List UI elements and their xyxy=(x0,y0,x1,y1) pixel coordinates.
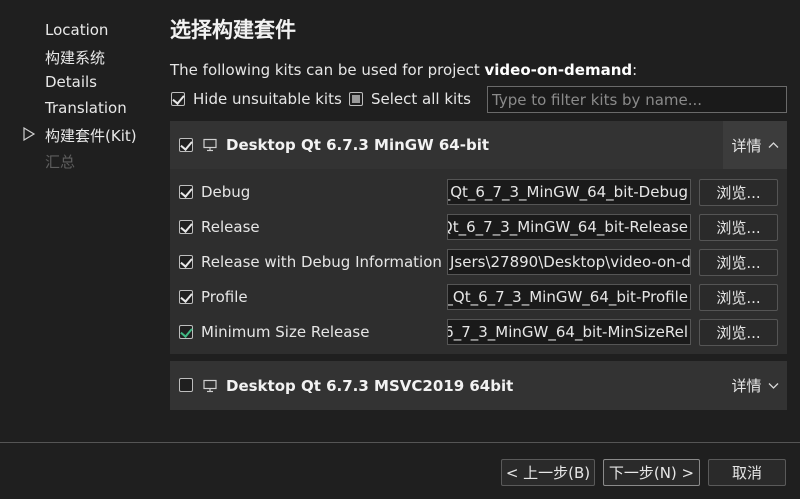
cancel-button[interactable]: 取消 xyxy=(708,459,786,486)
kit-details-toggle-msvc[interactable]: 详情 xyxy=(723,361,787,410)
build-checkbox-relwithdebinfo[interactable] xyxy=(179,255,193,269)
browse-button-release[interactable]: 浏览... xyxy=(699,214,778,241)
footer-divider xyxy=(0,442,800,443)
build-label-profile: Profile xyxy=(201,288,248,306)
details-label: 详情 xyxy=(731,377,762,395)
browse-button-debug[interactable]: 浏览... xyxy=(699,179,778,206)
kit-details-toggle-mingw[interactable]: 详情 xyxy=(723,121,787,169)
build-label-minsizerel: Minimum Size Release xyxy=(201,323,370,341)
build-checkbox-debug[interactable] xyxy=(179,185,193,199)
sidebar-item-kits: 构建套件(Kit) xyxy=(45,127,137,145)
page-title: 选择构建套件 xyxy=(170,18,296,42)
kit-name-mingw: Desktop Qt 6.7.3 MinGW 64-bit xyxy=(226,136,490,154)
sidebar-item-details: Details xyxy=(45,73,98,91)
sidebar-item-location: Location xyxy=(45,21,109,39)
browse-button-relwithdebinfo[interactable]: 浏览... xyxy=(699,249,778,276)
build-checkbox-release[interactable] xyxy=(179,220,193,234)
details-label: 详情 xyxy=(731,136,762,155)
project-name: video-on-demand xyxy=(484,61,633,79)
build-path-relwithdebinfo[interactable]: Jsers\27890\Desktop\video-on-de xyxy=(447,249,691,275)
build-path-release[interactable]: Qt_6_7_3_MinGW_64_bit-Release xyxy=(447,214,691,240)
build-label-release: Release xyxy=(201,218,260,236)
browse-button-profile[interactable]: 浏览... xyxy=(699,284,778,311)
build-path-profile[interactable]: _Qt_6_7_3_MinGW_64_bit-Profile xyxy=(447,284,691,310)
build-label-debug: Debug xyxy=(201,183,251,201)
back-button[interactable]: < 上一步(B) xyxy=(501,459,595,486)
sidebar-item-build-system: 构建系统 xyxy=(45,49,106,67)
kit-checkbox-mingw[interactable] xyxy=(179,138,193,152)
subtitle-suffix: : xyxy=(632,61,638,79)
subtitle-prefix: The following kits can be used for proje… xyxy=(170,61,485,79)
kit-filter-input[interactable] xyxy=(487,86,787,113)
sidebar-item-summary: 汇总 xyxy=(45,153,76,171)
build-path-debug[interactable]: _Qt_6_7_3_MinGW_64_bit-Debug xyxy=(447,179,691,205)
build-label-relwithdebinfo: Release with Debug Information xyxy=(201,253,442,271)
chevron-down-icon xyxy=(768,382,778,389)
build-checkbox-profile[interactable] xyxy=(179,290,193,304)
kit-name-msvc: Desktop Qt 6.7.3 MSVC2019 64bit xyxy=(226,377,514,395)
hide-unsuitable-label[interactable]: Hide unsuitable kits xyxy=(193,90,342,108)
monitor-icon xyxy=(203,138,217,152)
kit-checkbox-msvc[interactable] xyxy=(179,378,193,392)
select-all-label[interactable]: Select all kits xyxy=(371,90,471,108)
chevron-up-icon xyxy=(768,142,778,148)
current-step-arrow-icon xyxy=(23,127,36,141)
monitor-icon xyxy=(203,379,217,393)
build-path-minsizerel[interactable]: 6_7_3_MinGW_64_bit-MinSizeRel xyxy=(447,319,691,345)
sidebar-item-translation: Translation xyxy=(45,99,127,117)
build-checkbox-minsizerel[interactable] xyxy=(179,325,193,339)
browse-button-minsizerel[interactable]: 浏览... xyxy=(699,319,778,346)
select-all-checkbox[interactable] xyxy=(349,92,363,106)
next-button[interactable]: 下一步(N) > xyxy=(603,459,700,486)
page-subtitle: The following kits can be used for proje… xyxy=(170,61,637,79)
hide-unsuitable-checkbox[interactable] xyxy=(171,92,185,106)
